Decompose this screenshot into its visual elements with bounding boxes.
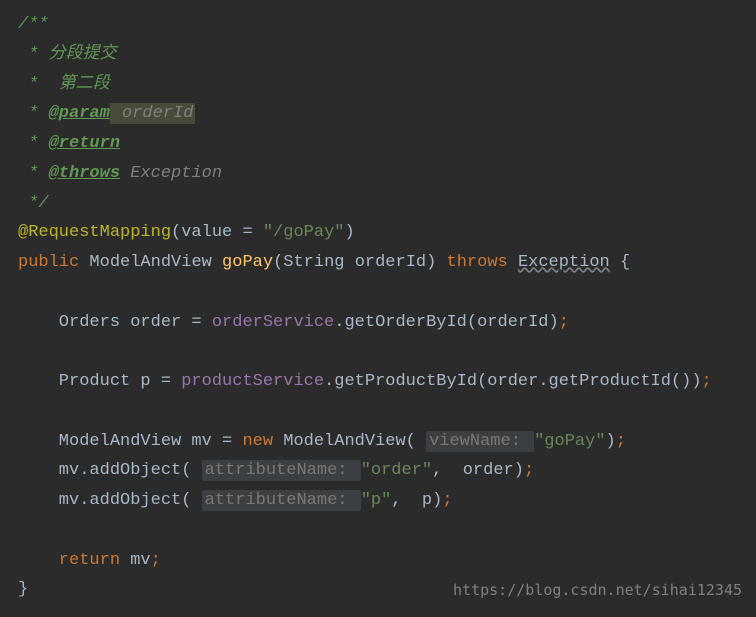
attrname-hint-2: attributeName: (202, 490, 361, 511)
comment-line-7: */ (18, 189, 738, 219)
exception-type: Exception (518, 253, 610, 272)
viewname-hint: viewName: (426, 431, 534, 452)
watermark: https://blog.csdn.net/sihai12345 (453, 577, 742, 603)
method-signature: public ModelAndView goPay(String orderId… (18, 248, 738, 278)
blank-line (18, 516, 738, 546)
param-tag: @param (49, 104, 110, 123)
comment-line-3: * 第二段 (18, 70, 738, 100)
blank-line (18, 397, 738, 427)
return-tag: @return (49, 134, 120, 153)
request-mapping: @RequestMapping (18, 223, 171, 242)
blank-line (18, 337, 738, 367)
return-line: return mv; (18, 546, 738, 576)
blank-line (18, 278, 738, 308)
comment-line-5: * @return (18, 129, 738, 159)
comment-line-6: * @throws Exception (18, 159, 738, 189)
comment-line-4: * @param orderId (18, 99, 738, 129)
param-name: orderId (110, 103, 196, 124)
mv-create: ModelAndView mv = new ModelAndView( view… (18, 427, 738, 457)
add-order: mv.addObject( attributeName: "order", or… (18, 456, 738, 486)
annotation-line: @RequestMapping(value = "/goPay") (18, 218, 738, 248)
comment-line-1: /** (18, 10, 738, 40)
order-assign: Orders order = orderService.getOrderById… (18, 308, 738, 338)
add-p: mv.addObject( attributeName: "p", p); (18, 486, 738, 516)
attrname-hint-1: attributeName: (202, 460, 361, 481)
product-assign: Product p = productService.getProductByI… (18, 367, 738, 397)
method-name: goPay (222, 253, 273, 272)
throws-tag: @throws (49, 164, 120, 183)
comment-line-2: * 分段提交 (18, 40, 738, 70)
